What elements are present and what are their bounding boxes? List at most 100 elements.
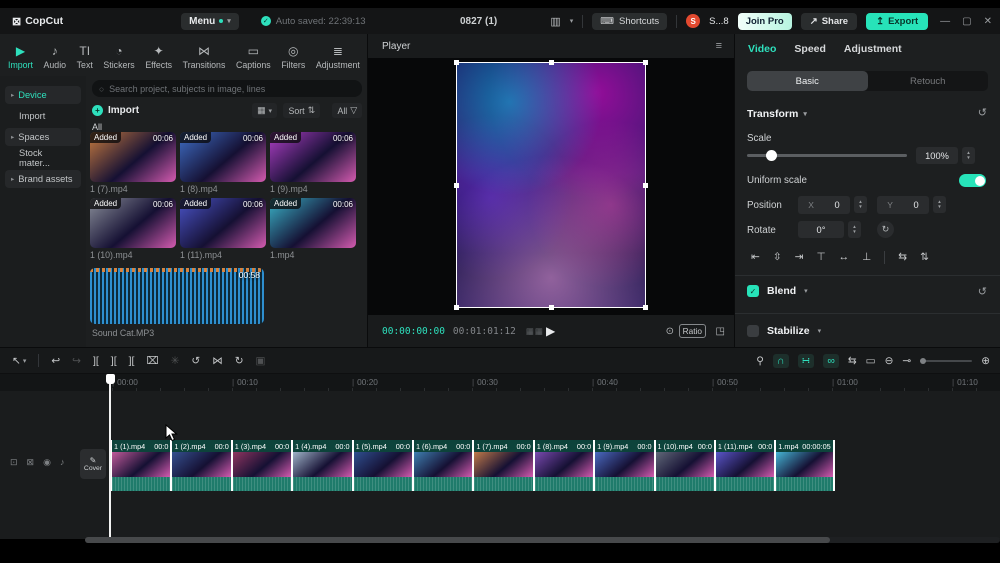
position-x-field[interactable]: X 0 (798, 196, 850, 214)
preview-frame[interactable] (456, 62, 646, 308)
mirror-icon[interactable]: ⋈ ▾ (212, 355, 223, 367)
1 (8).mp4[interactable]: 1 (8).mp4 00:0 (533, 440, 593, 491)
render-preview-icon[interactable]: ▭ (866, 355, 876, 367)
focus-frame-icon[interactable]: ⊙ (666, 326, 674, 337)
search-input[interactable] (109, 84, 355, 94)
uniform-scale-toggle[interactable] (959, 174, 986, 187)
audio-item-thumbnail[interactable]: 00:58 (90, 268, 264, 324)
resize-handle[interactable] (454, 60, 459, 65)
main-track-magnet-icon[interactable]: ∩ (773, 354, 789, 368)
align-center-horizontal-icon[interactable]: ↔ (839, 251, 850, 263)
1 (9).mp4[interactable]: 1 (9).mp4 00:0 (593, 440, 653, 491)
scrollbar-thumb[interactable] (85, 537, 830, 543)
sidebar-item-import[interactable]: ▸ Import (5, 107, 81, 125)
crop-icon[interactable]: ▣ ▾ (256, 355, 266, 367)
rotate-stepper[interactable]: ▲▼ (848, 221, 861, 238)
tab-audio[interactable]: ♪ Audio (44, 38, 67, 76)
scale-stepper[interactable]: ▲▼ (962, 147, 975, 164)
horizontal-scrollbar[interactable] (85, 537, 1000, 543)
tab-transitions[interactable]: ⋈ Transitions (183, 38, 226, 76)
resize-handle[interactable] (643, 60, 648, 65)
reverse-icon[interactable]: ↺ ▾ (191, 355, 200, 367)
rotate-value-field[interactable]: 0° (798, 221, 844, 238)
1 (11).mp4[interactable]: Added 00:06 1 (11).mp4 (180, 198, 266, 260)
scale-slider-thumb[interactable] (766, 150, 777, 161)
shortcuts-button[interactable]: ⌨ Shortcuts (592, 13, 667, 30)
position-x-stepper[interactable]: ▲▼ (854, 196, 867, 213)
record-voiceover-icon[interactable]: ⚲ (756, 355, 764, 367)
media-thumbnail[interactable]: Added 00:06 (270, 198, 356, 248)
blend-checkbox[interactable]: ✓ (747, 285, 759, 297)
undo-icon[interactable]: ↩ ▾ (51, 355, 60, 367)
align-icon[interactable] (884, 251, 885, 264)
player-menu-icon[interactable]: ≡ (716, 40, 722, 52)
play-button[interactable]: ▶ (546, 324, 555, 338)
reset-blend-icon[interactable]: ↺ (978, 285, 987, 298)
playhead-handle[interactable] (106, 374, 115, 384)
timeline-tool[interactable]: ▾ (38, 354, 39, 367)
timeline-ruler[interactable]: | 00:00 | 00:10 | 00:20 | 00:30 | 00:40 … (0, 374, 1000, 391)
1 (7).mp4[interactable]: 1 (7).mp4 00:0 (472, 440, 532, 491)
minimize-button[interactable]: — (940, 16, 950, 27)
zoom-out-icon[interactable]: ⊖ (885, 355, 894, 367)
delete-icon[interactable]: ⌧ ▾ (146, 355, 158, 367)
position-y-stepper[interactable]: ▲▼ (933, 196, 946, 213)
resize-handle[interactable] (643, 183, 648, 188)
resize-handle[interactable] (454, 305, 459, 310)
account-label[interactable]: S...8 (709, 16, 729, 27)
link-clips-icon[interactable]: ∞ (823, 354, 839, 368)
fit-timeline-icon[interactable]: ⊸ (902, 355, 911, 367)
player-canvas[interactable] (368, 58, 734, 315)
edit-cover-button[interactable]: ✎ Cover (80, 449, 106, 479)
rotate-90-button[interactable]: ↻ (877, 221, 894, 238)
align-top-icon[interactable]: ⊤ (816, 251, 825, 263)
lock-track-icon[interactable]: ⊠ (27, 457, 35, 468)
filter-button[interactable]: All ▽ (332, 103, 362, 118)
close-button[interactable]: ✕ (984, 16, 992, 27)
ratio-button[interactable]: Ratio (679, 324, 706, 338)
sidebar-item-brand-assets[interactable]: ▸ Brand assets (5, 170, 81, 188)
align-center-vertical-icon[interactable]: ⇳ (773, 251, 782, 263)
align-right-icon[interactable]: ⇥ (795, 251, 804, 263)
1 (7).mp4[interactable]: Added 00:06 1 (7).mp4 (90, 132, 176, 194)
tab-import[interactable]: ▶ Import (8, 38, 33, 76)
resize-handle[interactable] (549, 305, 554, 310)
import-media-button[interactable]: + Import (92, 105, 139, 116)
props-tab-video[interactable]: Video (748, 43, 776, 55)
split-icon[interactable]: ][ ▾ (93, 355, 99, 367)
sidebar-item-device[interactable]: ▸ Device (5, 86, 81, 104)
media-thumbnail[interactable]: Added 00:06 (180, 198, 266, 248)
transform-section-header[interactable]: Transform ▾ (747, 108, 807, 120)
1 (10).mp4[interactable]: Added 00:06 1 (10).mp4 (90, 198, 176, 260)
toggle-visibility-icon[interactable]: ◉ (43, 457, 51, 468)
zoom-in-icon[interactable]: ⊕ (981, 355, 990, 367)
sidebar-item-stock-materials[interactable]: ▸ Stock mater... (5, 149, 81, 167)
layout-icon[interactable]: ▥ (550, 15, 560, 28)
subtab-retouch[interactable]: Retouch (868, 71, 989, 91)
resize-handle[interactable] (643, 305, 648, 310)
scale-value[interactable]: 100% (916, 147, 958, 164)
1 (3).mp4[interactable]: 1 (3).mp4 00:0 (231, 440, 291, 491)
scale-slider[interactable] (747, 154, 907, 157)
media-thumbnail[interactable]: Added 00:06 (270, 132, 356, 182)
1 (1).mp4[interactable]: 1 (1).mp4 00:0 (110, 440, 170, 491)
media-thumbnail[interactable]: Added 00:06 (90, 132, 176, 182)
1 (5).mp4[interactable]: 1 (5).mp4 00:0 (352, 440, 412, 491)
delete-right-icon[interactable]: ][ ▾ (129, 355, 135, 367)
select-tool-icon[interactable]: ↖ ▾ (12, 355, 26, 367)
playhead[interactable] (109, 374, 111, 539)
tab-text[interactable]: TI Text (77, 38, 93, 76)
delete-left-icon[interactable]: ][ ▾ (111, 355, 117, 367)
timeline-zoom-slider[interactable] (920, 360, 972, 362)
layout-chevron-icon[interactable]: ▾ (570, 17, 574, 25)
align-bottom-icon[interactable]: ⊥ (862, 251, 871, 263)
join-pro-button[interactable]: Join Pro (738, 13, 792, 30)
redo-icon[interactable]: ↪ ▾ (72, 355, 81, 367)
auto-snap-icon[interactable]: ∺ (798, 354, 815, 368)
stabilize-checkbox[interactable]: ✓ (747, 325, 759, 337)
maximize-button[interactable]: ▢ (962, 16, 971, 27)
zoom-slider[interactable] (920, 360, 972, 362)
1 (2).mp4[interactable]: 1 (2).mp4 00:0 (170, 440, 230, 491)
search-box[interactable]: ○ (92, 80, 362, 97)
collapse-chevron-icon[interactable]: ▾ (804, 287, 808, 295)
